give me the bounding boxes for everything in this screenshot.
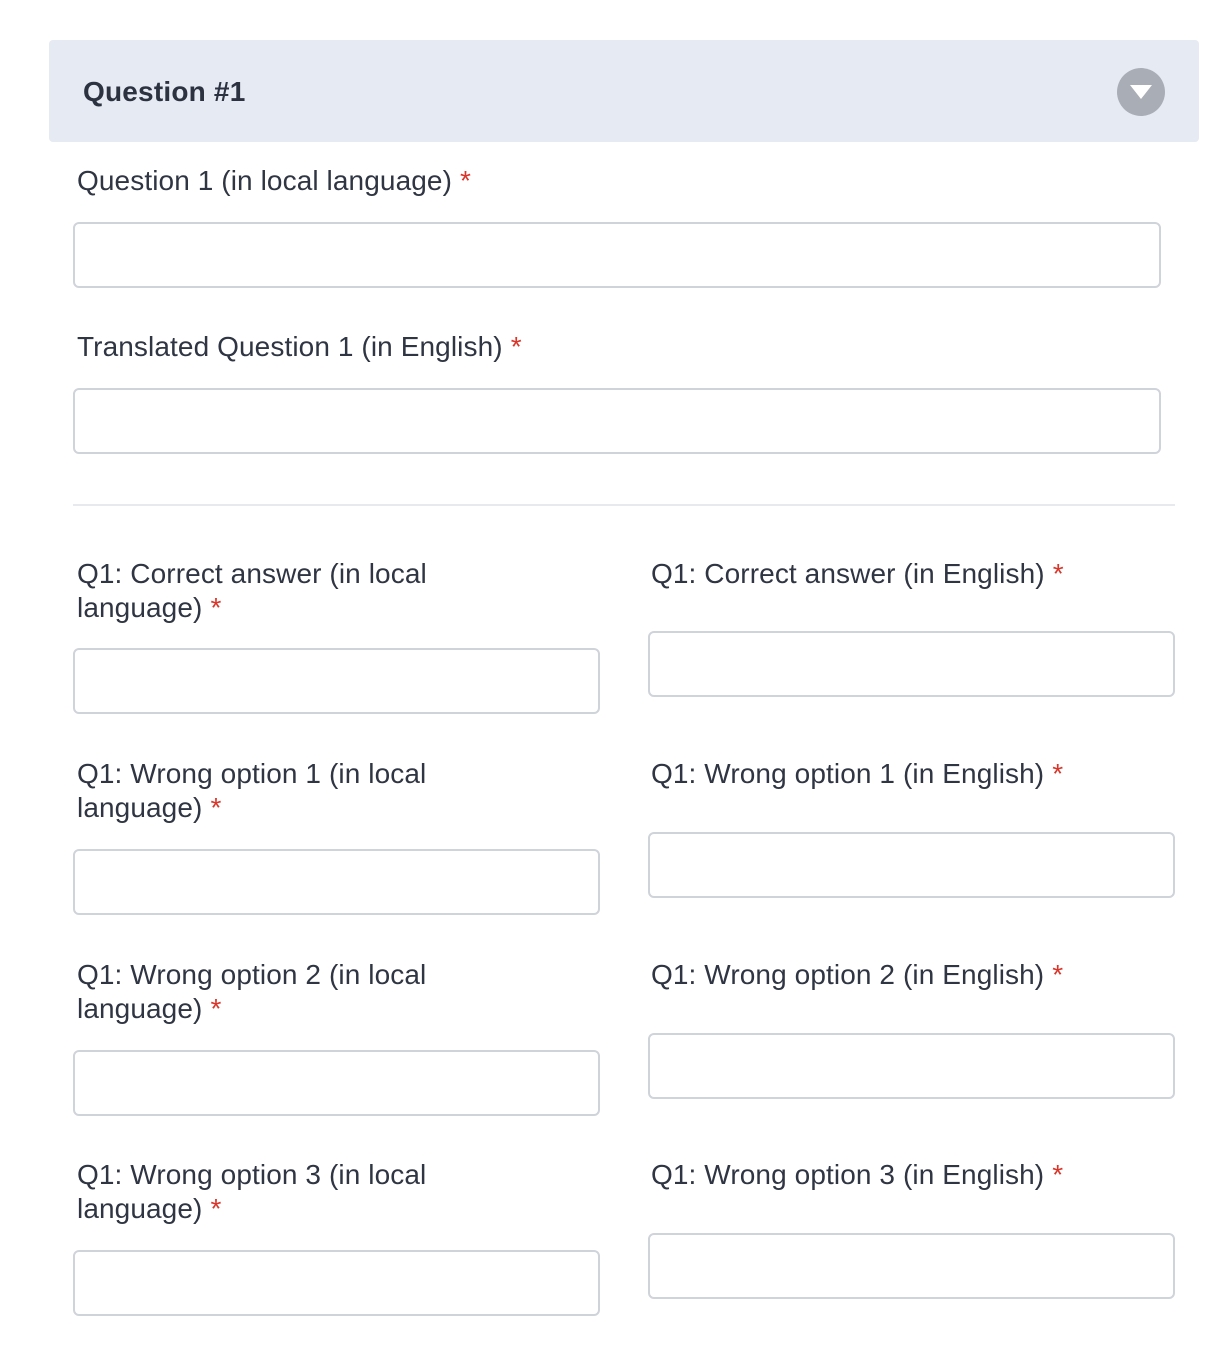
wrong-option-2-local-label-line1: Q1: Wrong option 2 (in local [77, 959, 427, 990]
wrong-option-2-english-label: Q1: Wrong option 2 (in English) * [651, 958, 1063, 992]
required-marker: * [210, 1193, 222, 1224]
question-english-label: Translated Question 1 (in English) * [77, 330, 522, 364]
wrong-option-2-local-label: Q1: Wrong option 2 (in local language) * [77, 958, 426, 1026]
wrong-option-3-local-label-line2: language) [77, 1193, 203, 1224]
wrong-option-1-english-input[interactable] [648, 832, 1175, 898]
wrong-option-3-local-label-line1: Q1: Wrong option 3 (in local [77, 1159, 427, 1190]
required-marker: * [210, 792, 222, 823]
section-title: Question #1 [83, 76, 246, 107]
wrong-option-1-local-label-line2: language) [77, 792, 203, 823]
required-marker: * [210, 592, 222, 623]
wrong-option-1-english-label: Q1: Wrong option 1 (in English) * [651, 757, 1063, 791]
correct-answer-local-label: Q1: Correct answer (in local language) * [77, 557, 427, 625]
correct-answer-english-input[interactable] [648, 631, 1175, 697]
required-marker: * [510, 331, 522, 362]
correct-answer-english-label: Q1: Correct answer (in English) * [651, 557, 1064, 591]
wrong-option-2-local-input[interactable] [73, 1050, 600, 1116]
wrong-option-1-local-label-line1: Q1: Wrong option 1 (in local [77, 758, 427, 789]
required-marker: * [210, 993, 222, 1024]
wrong-option-3-english-label-text: Q1: Wrong option 3 (in English) [651, 1159, 1045, 1190]
correct-answer-english-label-text: Q1: Correct answer (in English) [651, 558, 1045, 589]
question-local-input[interactable] [73, 222, 1161, 288]
question-english-label-text: Translated Question 1 (in English) [77, 331, 503, 362]
wrong-option-1-local-input[interactable] [73, 849, 600, 915]
collapse-toggle-button[interactable] [1117, 68, 1165, 116]
correct-answer-local-label-line2: language) [77, 592, 203, 623]
divider [73, 504, 1175, 506]
wrong-option-1-local-label: Q1: Wrong option 1 (in local language) * [77, 757, 426, 825]
required-marker: * [1052, 558, 1064, 589]
correct-answer-local-input[interactable] [73, 648, 600, 714]
wrong-option-3-english-label: Q1: Wrong option 3 (in English) * [651, 1158, 1063, 1192]
wrong-option-3-english-input[interactable] [648, 1233, 1175, 1299]
question-local-label-text: Question 1 (in local language) [77, 165, 453, 196]
required-marker: * [460, 165, 472, 196]
wrong-option-3-local-label: Q1: Wrong option 3 (in local language) * [77, 1158, 426, 1226]
question-section-header[interactable]: Question #1 [49, 40, 1199, 142]
required-marker: * [1052, 959, 1064, 990]
question-local-label: Question 1 (in local language) * [77, 164, 471, 198]
chevron-down-icon [1130, 85, 1152, 99]
wrong-option-2-local-label-line2: language) [77, 993, 203, 1024]
required-marker: * [1052, 758, 1064, 789]
question-english-input[interactable] [73, 388, 1161, 454]
required-marker: * [1052, 1159, 1064, 1190]
wrong-option-2-english-label-text: Q1: Wrong option 2 (in English) [651, 959, 1045, 990]
wrong-option-3-local-input[interactable] [73, 1250, 600, 1316]
wrong-option-2-english-input[interactable] [648, 1033, 1175, 1099]
correct-answer-local-label-line1: Q1: Correct answer (in local [77, 558, 427, 589]
wrong-option-1-english-label-text: Q1: Wrong option 1 (in English) [651, 758, 1045, 789]
